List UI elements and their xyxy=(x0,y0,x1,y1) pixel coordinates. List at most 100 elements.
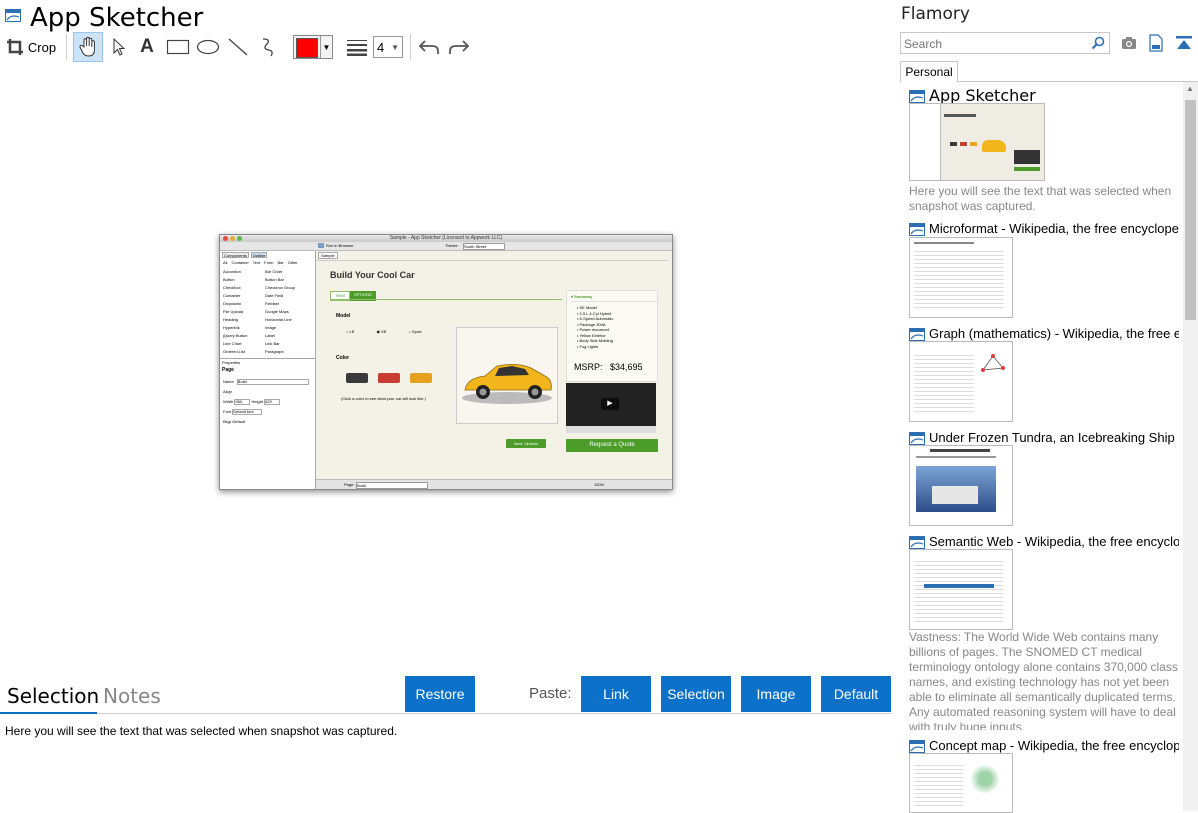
line-tool-button[interactable] xyxy=(224,32,252,62)
page-title: App Sketcher xyxy=(30,3,204,33)
snapshot-thumbnail[interactable] xyxy=(909,103,1045,181)
crop-label: Crop xyxy=(27,39,57,55)
page-thumbnail[interactable] xyxy=(909,549,1013,630)
component-item: Checkbox Group xyxy=(265,285,296,290)
component-item: Container xyxy=(223,293,241,298)
line-width-icon xyxy=(344,32,370,62)
list-item-title[interactable]: Under Frozen Tundra, an Icebreaking Ship… xyxy=(909,430,1179,446)
filter-item: Other xyxy=(287,260,298,265)
summary-panel: ▾ Summary • SE Model • 2.5 L 4-Cyl Hybri… xyxy=(566,290,658,382)
paste-label: Paste: xyxy=(529,685,572,702)
prop-label: Height xyxy=(251,399,264,404)
page-icon xyxy=(909,740,925,754)
hand-tool-button[interactable] xyxy=(73,32,103,62)
zoom-value: 100% xyxy=(594,482,605,487)
car-icon xyxy=(462,364,552,404)
search-icon[interactable] xyxy=(1091,36,1105,50)
tab-personal[interactable]: Personal xyxy=(900,61,958,82)
page-select: Build xyxy=(356,482,428,489)
pointer-icon xyxy=(113,37,126,56)
color-picker[interactable]: ▼ xyxy=(292,32,334,62)
page-label: Page: xyxy=(344,482,355,487)
component-item: jQuery Button xyxy=(223,333,248,338)
freehand-icon xyxy=(262,38,273,57)
document-icon[interactable] xyxy=(1149,34,1163,52)
collapse-icon[interactable] xyxy=(1175,35,1193,51)
color-swatch-dark xyxy=(346,373,368,383)
text-tool-button[interactable]: A xyxy=(135,32,159,62)
crop-button[interactable]: Crop xyxy=(5,32,57,62)
restore-button[interactable]: Restore xyxy=(405,676,475,712)
redo-button[interactable] xyxy=(446,32,472,62)
component-item: Button Bar xyxy=(265,277,284,282)
summary-title: Summary xyxy=(574,294,593,299)
snapshot-titlebar: Sample - App Sketcher (Licensed to Appwo… xyxy=(220,235,672,242)
list-item-title[interactable]: Graph (mathematics) - Wikipedia, the fre… xyxy=(909,326,1179,342)
filter-item: Container xyxy=(231,260,249,265)
properties-title: Page xyxy=(222,367,234,373)
prop-label: Bkgr xyxy=(223,419,232,424)
component-item: Horizontal Line xyxy=(265,317,292,322)
ellipse-tool-button[interactable] xyxy=(194,32,222,62)
color-swatch xyxy=(296,38,318,58)
freehand-tool-button[interactable] xyxy=(254,32,282,62)
page-thumbnail[interactable] xyxy=(909,445,1013,526)
panel-scrollbar[interactable]: ▲ xyxy=(1183,82,1198,811)
flamory-app-icon xyxy=(5,9,21,22)
tab-notes[interactable]: Notes xyxy=(103,684,161,708)
paste-default-button[interactable]: Default xyxy=(821,676,891,712)
theme-label: Theme: xyxy=(445,243,459,248)
paste-image-button[interactable]: Image xyxy=(741,676,811,712)
paste-link-button[interactable]: Link xyxy=(581,676,651,712)
page-icon xyxy=(909,328,925,342)
component-item: Bar Chart xyxy=(265,269,283,274)
list-item-title[interactable]: Semantic Web - Wikipedia, the free encyc… xyxy=(909,534,1179,550)
component-item: Paragraph xyxy=(265,349,284,354)
prop-label: Name xyxy=(223,379,234,384)
prop-value: Default xyxy=(232,419,246,424)
list-item-title[interactable]: Microformat - Wikipedia, the free encycl… xyxy=(909,221,1179,237)
line-icon xyxy=(228,38,248,56)
component-item: Line Chart xyxy=(223,341,242,346)
component-item: Button xyxy=(223,277,235,282)
list-item-title[interactable]: Concept map - Wikipedia, the free encycl… xyxy=(909,738,1179,754)
component-item: Google Maps xyxy=(265,309,289,314)
page-icon xyxy=(909,90,925,103)
entry-description: Here you will see the text that was sele… xyxy=(909,184,1172,213)
hand-icon xyxy=(79,36,95,57)
search-input[interactable] xyxy=(901,33,1092,55)
prop-value: 620 xyxy=(264,399,281,405)
color-hint: (Click a color to see what your car will… xyxy=(341,396,426,401)
search-box[interactable] xyxy=(900,32,1110,55)
active-tab-indicator xyxy=(0,712,97,714)
component-item: Ordered List xyxy=(223,349,246,354)
undo-button[interactable] xyxy=(416,32,442,62)
filter-item: All xyxy=(223,260,228,265)
page-thumbnail[interactable] xyxy=(909,237,1013,318)
paste-selection-button[interactable]: Selection xyxy=(661,676,731,712)
component-item: Image xyxy=(265,325,277,330)
select-tool-button[interactable] xyxy=(106,32,132,62)
sidebar-tab-components: Components xyxy=(222,252,249,258)
captured-snapshot[interactable]: Sample - App Sketcher (Licensed to Appwo… xyxy=(219,234,673,490)
line-width-dropdown[interactable]: 4 ▼ xyxy=(372,32,404,62)
tab-selection[interactable]: Selection xyxy=(7,684,99,708)
next-options-button: Next: Options xyxy=(506,439,546,448)
selection-text[interactable]: Here you will see the text that was sele… xyxy=(5,724,397,738)
prop-value: Build xyxy=(236,379,309,385)
rectangle-tool-button[interactable] xyxy=(164,32,192,62)
entry-description: Vastness: The World Wide Web contains ma… xyxy=(909,630,1178,730)
page-thumbnail[interactable] xyxy=(909,341,1013,422)
car-image xyxy=(456,327,558,424)
model-option: ◉ SE xyxy=(376,329,387,334)
graph-icon xyxy=(981,354,1005,372)
scroll-thumb[interactable] xyxy=(1185,100,1196,320)
scroll-up-icon[interactable]: ▲ xyxy=(1186,84,1194,93)
page-thumbnail[interactable] xyxy=(909,753,1013,813)
request-quote-button: Request a Quote xyxy=(566,439,658,452)
rectangle-icon xyxy=(166,39,190,55)
run-icon xyxy=(318,243,324,248)
run-in-browser: Run in Browser xyxy=(326,243,354,248)
camera-icon[interactable] xyxy=(1121,36,1137,50)
filter-item: Text xyxy=(252,260,261,265)
